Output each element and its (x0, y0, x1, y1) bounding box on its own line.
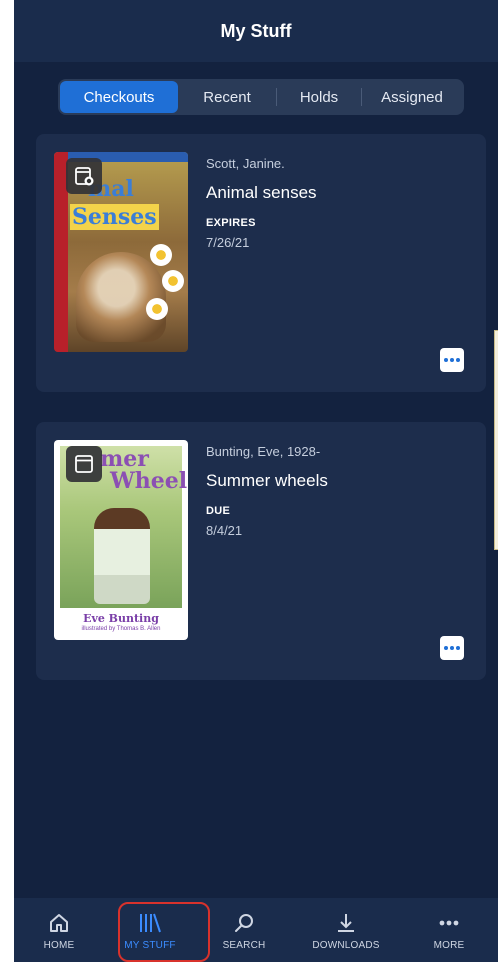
tab-assigned[interactable]: Assigned (362, 81, 462, 113)
cover-title-line2: Wheels (110, 468, 188, 494)
book-cover[interactable]: mal Senses (54, 152, 188, 352)
nav-home[interactable]: HOME (14, 898, 104, 962)
cover-illustrator: illustrated by Thomas B. Allen (81, 626, 161, 632)
book-icon (66, 446, 102, 482)
ebook-icon (66, 158, 102, 194)
cover-flower (146, 298, 168, 320)
tab-checkouts[interactable]: Checkouts (60, 81, 178, 113)
nav-my-stuff[interactable]: MY STUFF (104, 898, 196, 962)
nav-label: DOWNLOADS (312, 939, 380, 951)
cover-flower (150, 244, 172, 266)
checkout-card[interactable]: mer Wheels Eve Bunting illustrated by Th… (36, 422, 486, 680)
item-author: Bunting, Eve, 1928- (206, 444, 321, 459)
cover-flower (162, 270, 184, 292)
nav-label: SEARCH (222, 939, 266, 951)
item-date: 7/26/21 (206, 235, 250, 250)
more-options-button[interactable] (440, 636, 464, 660)
cover-boy-art (94, 508, 150, 604)
download-icon (334, 910, 358, 936)
checkout-card[interactable]: mal Senses Scott, Janine. Animal senses … (36, 134, 486, 392)
item-status-label: DUE (206, 505, 231, 517)
nav-downloads[interactable]: DOWNLOADS (292, 898, 400, 962)
left-margin (0, 0, 14, 962)
search-icon (232, 910, 256, 936)
app-screen: My Stuff Checkouts Recent Holds Assigned… (14, 0, 498, 962)
tab-bar: Checkouts Recent Holds Assigned (58, 79, 464, 115)
tab-holds[interactable]: Holds (277, 81, 361, 113)
item-date: 8/4/21 (206, 523, 243, 538)
item-status-label: EXPIRES (206, 217, 256, 229)
item-title[interactable]: Animal senses (206, 183, 466, 203)
book-cover[interactable]: mer Wheels Eve Bunting illustrated by Th… (54, 440, 188, 640)
tab-recent[interactable]: Recent (178, 81, 276, 113)
cover-author: Eve Bunting (83, 612, 159, 625)
item-details: Bunting, Eve, 1928- Summer wheels DUE 8/… (206, 444, 466, 538)
header: My Stuff (14, 0, 498, 62)
cover-fox-art (76, 252, 166, 342)
more-options-button[interactable] (440, 348, 464, 372)
item-details: Scott, Janine. Animal senses EXPIRES 7/2… (206, 156, 466, 250)
more-icon (437, 910, 461, 936)
side-panel-edge (494, 330, 498, 550)
item-author: Scott, Janine. (206, 156, 285, 171)
cover-title-line2: Senses (70, 204, 159, 230)
nav-label: HOME (43, 939, 75, 951)
nav-more[interactable]: MORE (400, 898, 498, 962)
item-title[interactable]: Summer wheels (206, 471, 466, 491)
nav-label: MY STUFF (124, 939, 176, 951)
home-icon (47, 910, 71, 936)
library-icon (137, 910, 163, 936)
nav-search[interactable]: SEARCH (196, 898, 292, 962)
nav-label: MORE (433, 939, 465, 951)
page-title: My Stuff (220, 20, 292, 41)
bottom-nav: HOME MY STUFF SEARCH DOWNLOADS MORE (14, 898, 498, 962)
